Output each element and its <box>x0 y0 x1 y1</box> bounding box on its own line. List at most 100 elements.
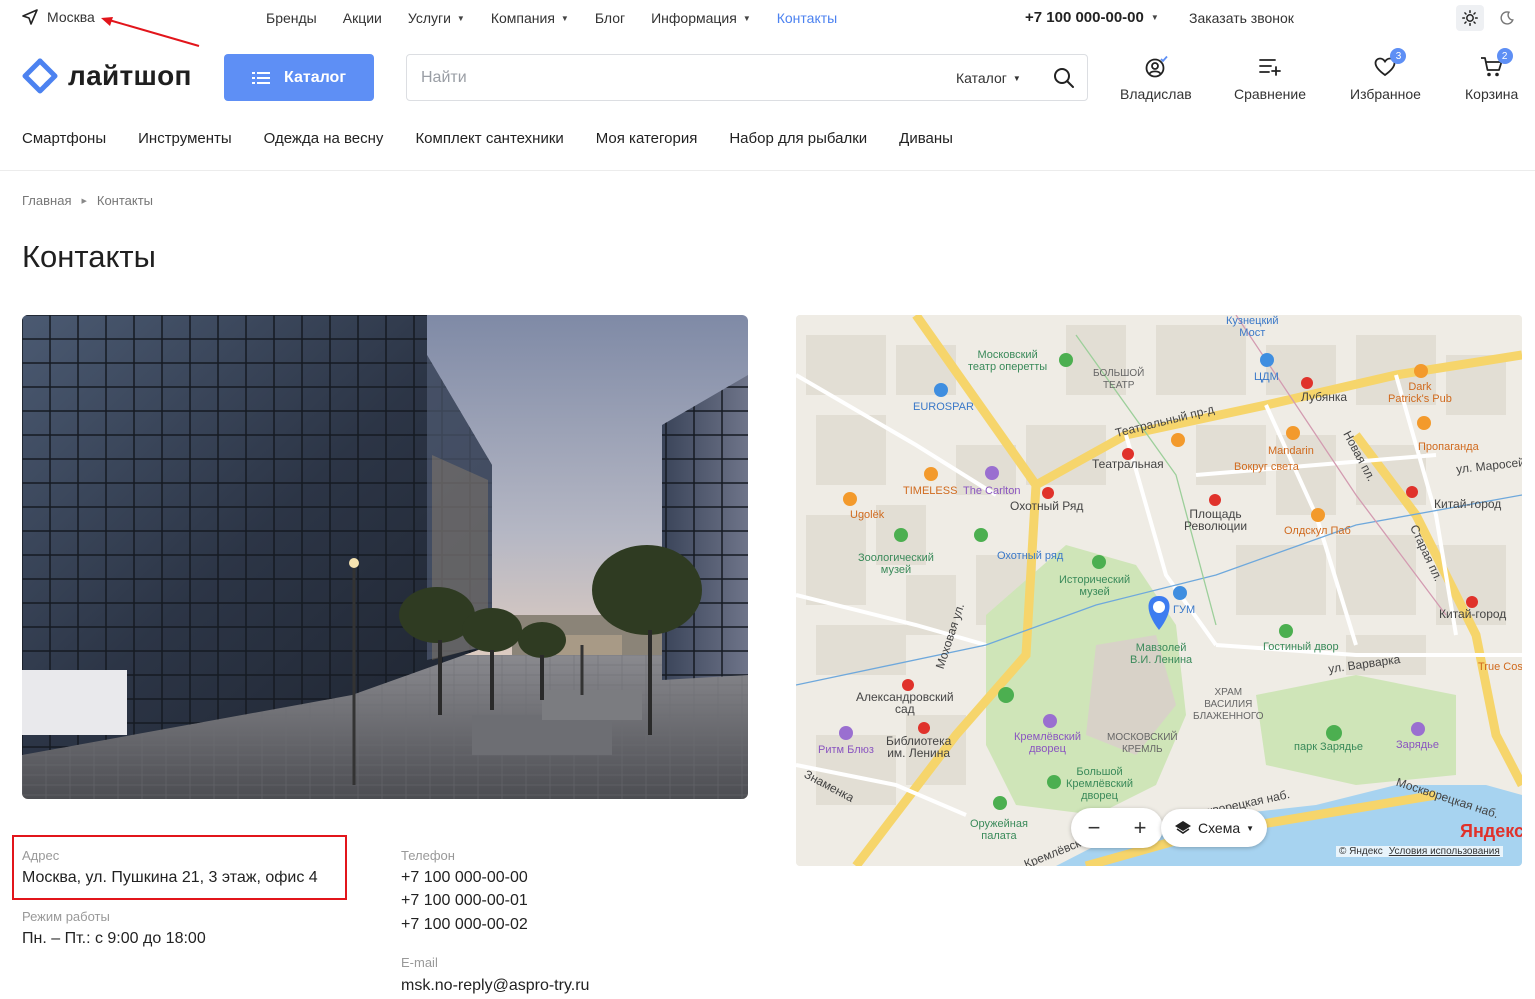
email-link[interactable]: msk.no-reply@aspro-try.ru <box>401 977 589 995</box>
map-label: Исторический музей <box>1059 574 1131 598</box>
yandex-logo: Яндекс <box>1460 821 1522 841</box>
map-label: Mandarin <box>1268 445 1314 457</box>
caret-down-icon: ▼ <box>560 13 569 23</box>
map-label: ЦДМ <box>1254 371 1279 383</box>
map-label: True Cost <box>1478 661 1522 673</box>
favorites-count-badge: 3 <box>1390 48 1407 64</box>
annotation-arrow-icon <box>101 17 200 47</box>
map-label: Пропаганда <box>1418 441 1479 453</box>
map-label: Площадь Революции <box>1184 507 1248 533</box>
category-smartphones[interactable]: Смартфоны <box>22 130 106 147</box>
breadcrumb-current: Контакты <box>96 193 154 208</box>
zoom-out-icon[interactable]: − <box>1088 815 1101 841</box>
catalog-button-label: Каталог <box>284 68 346 86</box>
category-sofas[interactable]: Диваны <box>899 130 953 147</box>
header-phone[interactable]: +7 100 000-00-00 ▼ <box>1025 9 1159 26</box>
map-label: Кремлёвский дворец <box>1014 731 1082 755</box>
map-label: EUROSPAR <box>913 401 974 413</box>
map-label: Вокруг света <box>1234 461 1299 473</box>
category-nav: Смартфоны Инструменты Одежда на весну Ко… <box>22 130 985 147</box>
top-nav-contacts[interactable]: Контакты <box>777 10 837 26</box>
cart-button[interactable]: 2 Корзина <box>1465 48 1519 102</box>
header-divider <box>0 170 1535 171</box>
catalog-button[interactable]: Каталог <box>224 54 374 101</box>
phone-label: Телефон <box>401 848 455 863</box>
map-label: Кузнецкий Мост <box>1226 315 1279 339</box>
zoom-in-icon[interactable]: + <box>1134 815 1147 841</box>
map-label: Гостиный двор <box>1263 641 1339 653</box>
map-label: Ugolёk <box>850 509 885 521</box>
city-selector[interactable]: Москва <box>22 9 95 25</box>
map-label: Московский театр оперетты <box>968 349 1048 373</box>
map-label: Ритм Блюз <box>818 744 874 756</box>
category-plumbing-set[interactable]: Комплект сантехники <box>415 130 563 147</box>
cart-label: Корзина <box>1465 86 1519 102</box>
breadcrumb-separator-icon: ▶ <box>81 197 87 205</box>
light-theme-button[interactable] <box>1456 5 1484 31</box>
caret-down-icon: ▼ <box>742 13 751 23</box>
moon-icon <box>1500 11 1514 25</box>
map-label: ГУМ <box>1173 604 1196 616</box>
hours-label: Режим работы <box>22 909 110 924</box>
phone-link[interactable]: +7 100 000-00-00 <box>401 869 528 887</box>
map-label: МОСКОВСКИЙ КРЕМЛЬ <box>1107 732 1178 755</box>
compare-list-icon <box>1259 59 1281 76</box>
search-input[interactable] <box>421 67 921 89</box>
search-scope-select[interactable]: Каталог ▼ <box>956 70 1021 86</box>
top-nav-label: Компания <box>490 10 555 26</box>
breadcrumb: Главная ▶ Контакты <box>22 193 153 208</box>
hours-value: Пн. – Пт.: с 9:00 до 18:00 <box>22 930 206 947</box>
compare-button[interactable]: Сравнение <box>1234 54 1306 102</box>
map-terms-link[interactable]: Условия использования <box>1389 846 1500 857</box>
map-layer-label: Схема <box>1197 820 1241 836</box>
map-layer-selector[interactable]: Схема ▼ <box>1161 809 1267 847</box>
user-icon <box>1145 55 1168 78</box>
caret-down-icon: ▼ <box>1246 823 1255 833</box>
top-nav: Бренды Акции Услуги ▼ Компания ▼ Блог Инфо… <box>266 10 863 26</box>
menu-list-icon <box>252 71 270 84</box>
top-nav-label: Блог <box>594 10 626 26</box>
map-label: Александровский сад <box>856 690 954 716</box>
category-tools[interactable]: Инструменты <box>138 130 232 147</box>
map-label: Олдскул Паб <box>1284 525 1351 537</box>
map-label: Театральная <box>1092 457 1164 471</box>
map-label: ХРАМ ВАСИЛИЯ БЛАЖЕННОГО <box>1193 687 1264 722</box>
top-nav-company[interactable]: Компания ▼ <box>491 10 569 26</box>
user-name: Владислав <box>1120 86 1192 102</box>
top-nav-blog[interactable]: Блог <box>595 10 625 26</box>
layers-icon <box>1174 821 1191 834</box>
logo-text: лайтшоп <box>68 60 192 91</box>
phone-link[interactable]: +7 100 000-00-02 <box>401 916 528 934</box>
map-zoom-control: − + <box>1071 808 1163 848</box>
callback-link[interactable]: Заказать звонок <box>1189 10 1294 26</box>
breadcrumb-home[interactable]: Главная <box>22 193 71 208</box>
top-nav-promo[interactable]: Акции <box>343 10 382 26</box>
dark-theme-button[interactable] <box>1494 5 1520 31</box>
top-nav-brands[interactable]: Бренды <box>266 10 317 26</box>
category-spring-clothes[interactable]: Одежда на весну <box>264 130 384 147</box>
map-label: Библиотека им. Ленина <box>886 734 952 760</box>
map-label: Охотный Ряд <box>1010 499 1084 513</box>
caret-down-icon: ▼ <box>456 13 465 23</box>
caret-down-icon: ▼ <box>1012 73 1021 83</box>
map-widget[interactable]: Кузнецкий Мост Московский театр оперетты Б… <box>796 315 1522 866</box>
category-my-category[interactable]: Моя категория <box>596 130 698 147</box>
location-arrow-icon <box>22 9 38 25</box>
category-fishing-set[interactable]: Набор для рыбалки <box>729 130 867 147</box>
search-bar: Каталог ▼ <box>406 54 1088 101</box>
map-label: The Carlton <box>963 485 1021 497</box>
top-nav-label: Бренды <box>266 10 317 26</box>
header-phone-number: +7 100 000-00-00 <box>1025 9 1144 26</box>
search-icon[interactable] <box>1053 67 1075 89</box>
favorites-button[interactable]: 3 Избранное <box>1350 48 1421 102</box>
compare-label: Сравнение <box>1234 86 1306 102</box>
top-nav-services[interactable]: Услуги ▼ <box>408 10 465 26</box>
user-account-button[interactable]: Владислав <box>1120 54 1192 102</box>
map-label: Зарядье <box>1396 739 1439 751</box>
site-logo[interactable]: лайтшоп <box>22 58 192 94</box>
map-label: Dark Patrick's Pub <box>1388 381 1452 405</box>
top-nav-info[interactable]: Информация ▼ <box>651 10 751 26</box>
phone-link[interactable]: +7 100 000-00-01 <box>401 892 528 910</box>
address-value: Москва, ул. Пушкина 21, 3 этаж, офис 4 <box>22 869 318 886</box>
favorites-label: Избранное <box>1350 86 1421 102</box>
